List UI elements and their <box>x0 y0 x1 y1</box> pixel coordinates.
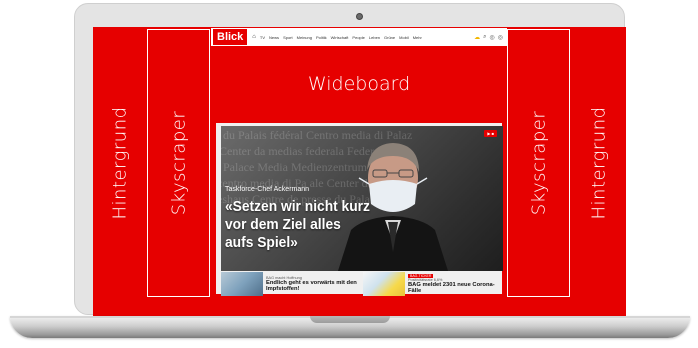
teaser-text: BAG-TICKER Positivitätsrate 6,6% BAG mel… <box>405 272 503 296</box>
hintergrund-right-label: Hintergrund <box>588 106 609 220</box>
camera-icon <box>356 13 363 20</box>
nav-item[interactable]: TV <box>260 35 265 40</box>
hintergrund-left-label: Hintergrund <box>109 106 131 220</box>
wideboard-label: Wideboard <box>307 73 411 95</box>
site-logo[interactable]: Blick <box>213 29 248 45</box>
main-nav: ⌂ TV News Sport Meinung Politik Wirtscha… <box>252 34 422 40</box>
laptop-notch <box>310 316 390 323</box>
teaser-title[interactable]: BAG meldet 2301 neue Corona-Fälle <box>408 282 503 295</box>
hero-title[interactable]: «Setzen wir nicht kurz vor dem Ziel alle… <box>225 198 372 252</box>
skyscraper-right-label: Skyscraper <box>528 110 549 216</box>
account-icon[interactable]: ◎ <box>490 34 495 41</box>
site-header: Blick ⌂ TV News Sport Meinung Politik Wi… <box>211 28 507 46</box>
nav-item[interactable]: Mehr <box>413 35 422 40</box>
teaser-card[interactable]: BAG-TICKER Positivitätsrate 6,6% BAG mel… <box>363 272 503 296</box>
teaser-title[interactable]: Endlich geht es vorwärts mit den Impfsto… <box>266 280 359 293</box>
weather-icon[interactable]: ☁ <box>474 34 480 41</box>
header-icons: ☁ ⌕ ◎ ◎ <box>474 34 503 41</box>
home-icon[interactable]: ⌂ <box>252 34 256 40</box>
search-icon[interactable]: ⌕ <box>483 34 486 41</box>
menu-icon[interactable]: ◎ <box>498 34 503 41</box>
hero-teaser[interactable]: du Palais fédéral Centro media di Palaz … <box>221 126 503 271</box>
nav-item[interactable]: Meinung <box>297 35 312 40</box>
video-badge-icon: ▶ ■ <box>484 130 497 137</box>
teaser-text: BAG macht Hoffnung Endlich geht es vorwä… <box>263 272 359 296</box>
skyscraper-left-label: Skyscraper <box>168 110 189 216</box>
nav-item[interactable]: Politik <box>316 35 327 40</box>
skyscraper-right: Skyscraper <box>507 29 570 297</box>
teaser-thumbnail <box>363 272 405 296</box>
teaser-thumbnail <box>221 272 263 296</box>
nav-item[interactable]: People <box>352 35 364 40</box>
nav-item[interactable]: News <box>269 35 279 40</box>
hero-kicker: Taskforce-Chef Ackermann <box>225 186 310 193</box>
nav-item[interactable]: Sport <box>283 35 293 40</box>
wideboard-ad: Wideboard <box>211 46 507 123</box>
skyscraper-left: Skyscraper <box>147 29 210 297</box>
nav-item[interactable]: Wirtschaft <box>331 35 349 40</box>
hintergrund-right: Hintergrund <box>571 29 626 297</box>
nav-item[interactable]: Leben <box>369 35 380 40</box>
hintergrund-left: Hintergrund <box>93 29 147 297</box>
nav-item[interactable]: Grüne <box>384 35 395 40</box>
teaser-card[interactable]: BAG macht Hoffnung Endlich geht es vorwä… <box>221 272 359 296</box>
nav-item[interactable]: Mobil <box>399 35 409 40</box>
